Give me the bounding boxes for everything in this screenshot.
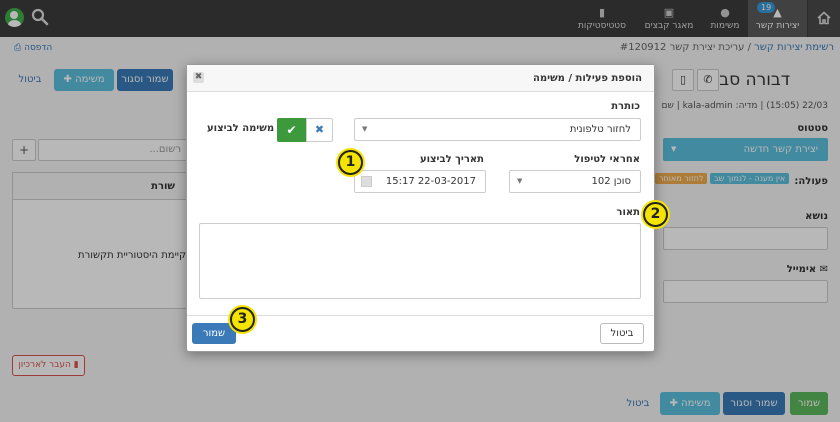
modal-title: הוספת פעילות / משימה <box>533 73 642 84</box>
chevron-down-icon: ▼ <box>517 177 523 185</box>
modal-footer-divider <box>187 315 654 316</box>
assignee-label: אחראי לטיפול <box>574 154 640 165</box>
task-toggle-yes[interactable]: ✔ <box>277 118 306 142</box>
modal-save-button[interactable]: שמור <box>192 323 236 344</box>
subject-select[interactable]: לחזור טלפונית ▼ <box>354 118 641 141</box>
add-activity-modal: ✖ הוספת פעילות / משימה כותרת לחזור טלפונ… <box>186 64 655 352</box>
assignee-select[interactable]: סוכן 102 ▼ <box>509 170 641 193</box>
close-icon[interactable]: ✖ <box>193 72 204 83</box>
annotation-marker-1: 1 <box>338 150 363 175</box>
chevron-down-icon: ▼ <box>362 125 368 133</box>
check-icon: ✔ <box>286 123 297 137</box>
calendar-icon[interactable] <box>361 176 372 187</box>
due-date-label: תאריך לביצוע <box>419 154 484 165</box>
subject-label: כותרת <box>611 101 640 112</box>
modal-header: ✖ הוספת פעילות / משימה <box>187 65 654 92</box>
annotation-marker-2: 2 <box>643 202 668 227</box>
modal-cancel-button[interactable]: ביטול <box>600 323 644 344</box>
task-toggle-no[interactable]: ✖ <box>306 118 333 142</box>
task-toggle-label: משימה לביצוע <box>207 123 275 134</box>
description-label: תאור <box>616 207 640 218</box>
close-icon: ✖ <box>314 123 325 136</box>
due-date-input[interactable]: 22-03-2017 15:17 <box>354 170 486 193</box>
annotation-marker-3: 3 <box>230 307 255 332</box>
description-textarea[interactable] <box>199 223 641 299</box>
